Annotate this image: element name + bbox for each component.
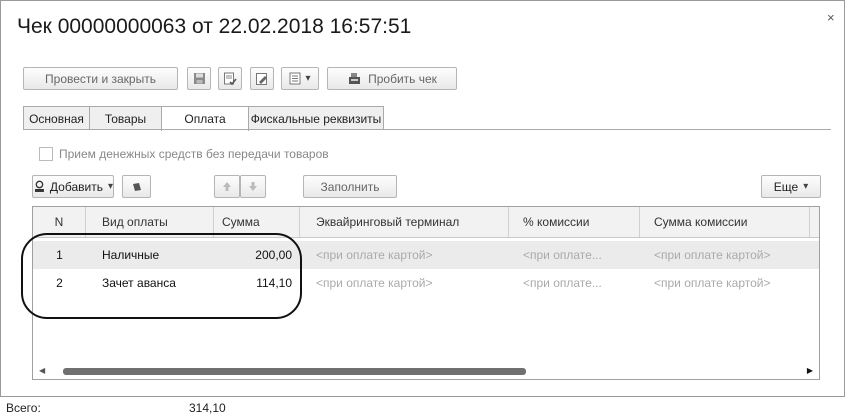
scroll-left-arrow-icon[interactable]: ◀ — [39, 366, 45, 375]
arrow-up-icon — [223, 182, 231, 191]
column-header-sum[interactable]: Сумма — [214, 207, 300, 237]
column-header-number[interactable]: N — [33, 207, 86, 237]
table-row[interactable]: 2 Зачет аванса 114,10 <при оплате картой… — [33, 269, 819, 297]
payment-sum[interactable]: 114,10 — [214, 269, 300, 297]
pick-items-icon — [132, 182, 141, 191]
checkbox-label: Прием денежных средств без передачи това… — [59, 147, 329, 161]
chevron-down-icon: ▾ — [107, 181, 113, 192]
payment-type[interactable]: Зачет аванса — [86, 269, 214, 297]
commission-sum[interactable]: <при оплате картой> — [640, 241, 810, 269]
commission-percent[interactable]: <при оплате... — [509, 269, 640, 297]
fill-button[interactable]: Заполнить — [303, 175, 397, 198]
tab-main[interactable]: Основная — [23, 106, 90, 130]
floppy-disk-icon — [193, 73, 205, 84]
row-number: 2 — [56, 276, 63, 290]
column-header-commission-percent[interactable]: % комиссии — [509, 207, 640, 237]
move-down-button[interactable] — [240, 175, 266, 198]
edit-document-icon — [256, 72, 267, 85]
pick-button[interactable] — [122, 175, 151, 198]
add-button-label: Добавить — [49, 179, 103, 194]
scroll-right-arrow-icon[interactable]: ▶ — [807, 366, 813, 375]
tab-goods[interactable]: Товары — [89, 106, 162, 130]
checkbox-box[interactable] — [39, 147, 53, 161]
more-button-label: Еще — [773, 179, 799, 194]
column-header-payment-type[interactable]: Вид оплаты — [86, 207, 214, 237]
acquiring-terminal[interactable]: <при оплате картой> — [300, 241, 509, 269]
close-icon[interactable]: × — [827, 10, 835, 25]
payment-type[interactable]: Наличные — [86, 241, 214, 269]
move-up-button[interactable] — [214, 175, 240, 198]
save-button[interactable] — [187, 67, 211, 90]
no-goods-transfer-checkbox[interactable]: Прием денежных средств без передачи това… — [39, 147, 329, 161]
add-payment-icon — [34, 180, 44, 192]
table-row[interactable]: 1 Наличные 200,00 <при оплате картой> <п… — [33, 241, 819, 269]
print-receipt-button[interactable]: Пробить чек — [327, 67, 457, 90]
column-header-acquiring-terminal[interactable]: Эквайринговый терминал — [300, 207, 509, 237]
tab-fiscal-details[interactable]: Фискальные реквизиты — [248, 106, 384, 130]
tab-payment[interactable]: Оплата — [161, 106, 249, 131]
horizontal-scrollbar[interactable]: ◀ ▶ — [33, 363, 819, 379]
payment-sum[interactable]: 200,00 — [214, 241, 300, 269]
acquiring-terminal[interactable]: <при оплате картой> — [300, 269, 509, 297]
add-button[interactable]: Добавить ▾ — [32, 175, 114, 198]
post-and-close-button[interactable]: Провести и закрыть — [23, 67, 178, 90]
column-header-commission-sum[interactable]: Сумма комиссии — [640, 207, 810, 237]
scrollbar-thumb[interactable] — [63, 368, 526, 375]
print-menu-button[interactable]: ▾ — [281, 67, 319, 90]
commission-percent[interactable]: <при оплате... — [509, 241, 640, 269]
print-receipt-label: Пробить чек — [368, 71, 437, 86]
table-header: N Вид оплаты Сумма Эквайринговый термина… — [33, 207, 819, 238]
total-label: Всего: — [6, 401, 41, 415]
commission-sum[interactable]: <при оплате картой> — [640, 269, 810, 297]
receipt-window: Чек 00000000063 от 22.02.2018 16:57:51 ×… — [0, 0, 845, 397]
chevron-down-icon: ▾ — [803, 181, 809, 192]
chevron-down-icon: ▾ — [305, 73, 311, 84]
more-button[interactable]: Еще ▾ — [761, 175, 821, 198]
tab-divider — [23, 129, 831, 130]
cash-register-icon — [349, 73, 361, 84]
total-value: 314,10 — [189, 401, 226, 415]
post-document-icon — [224, 72, 237, 85]
payments-table: N Вид оплаты Сумма Эквайринговый термина… — [32, 206, 820, 380]
window-title: Чек 00000000063 от 22.02.2018 16:57:51 — [17, 15, 412, 38]
post-document-button[interactable] — [218, 67, 242, 90]
document-list-icon — [289, 72, 301, 85]
edit-document-button[interactable] — [250, 67, 274, 90]
arrow-down-icon — [249, 182, 257, 191]
row-number: 1 — [56, 248, 63, 262]
